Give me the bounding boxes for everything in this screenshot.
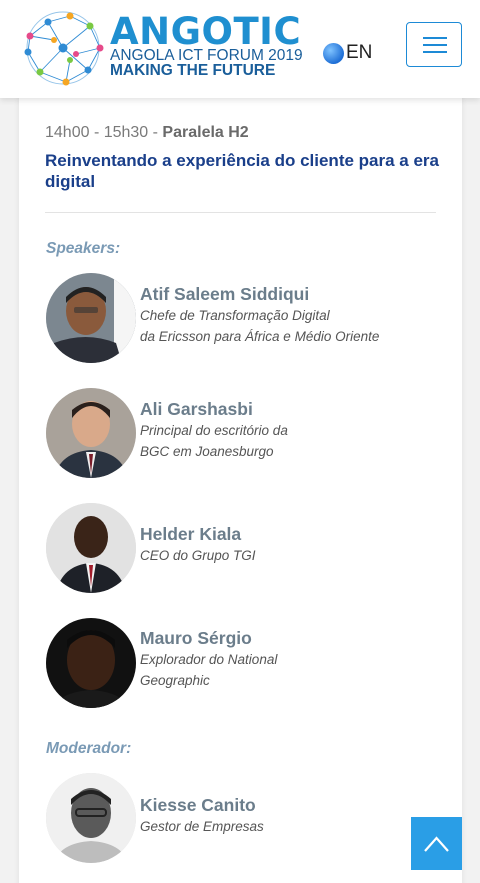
scroll-to-top-button[interactable] [411, 817, 462, 870]
menu-toggle-button[interactable] [406, 22, 462, 67]
speaker-name-2: Ali Garshasbi [140, 399, 253, 419]
speaker-role-1: Chefe de Transformação Digital da Ericss… [140, 305, 440, 347]
moderator-role-line1: Gestor de Empresas [140, 819, 264, 834]
speaker-role-1-line1: Chefe de Transformação Digital [140, 308, 330, 323]
chevron-up-icon [424, 836, 449, 852]
session-room: Paralela H2 [162, 124, 249, 141]
speaker-avatar-1 [46, 273, 136, 363]
session-time-text: 14h00 - 15h30 - [45, 124, 163, 141]
speaker-avatar-2 [46, 388, 136, 478]
speaker-role-2-line1: Principal do escritório da [140, 423, 288, 438]
divider [45, 212, 436, 213]
speaker-name-3: Helder Kiala [140, 524, 242, 544]
speaker-role-3: CEO do Grupo TGI [140, 545, 440, 566]
speaker-avatar-3 [46, 503, 136, 593]
logo-tagline: MAKING THE FUTURE [110, 62, 276, 79]
speaker-avatar-4 [46, 618, 136, 708]
speaker-role-1-line2: da Ericsson para África e Médio Oriente [140, 329, 380, 344]
hamburger-icon-bar-1 [423, 37, 447, 39]
logo-wordmark: ANGOTIC [110, 12, 301, 52]
session-time: 14h00 - 15h30 - Paralela H2 [45, 124, 249, 142]
session-card [19, 84, 462, 883]
session-title: Reinventando a experiência do cliente pa… [45, 151, 439, 191]
site-header: ANGOTIC ANGOLA ICT FORUM 2019 MAKING THE… [0, 0, 480, 98]
speaker-role-4: Explorador do National Geographic [140, 649, 440, 691]
moderator-avatar [46, 773, 136, 863]
language-switcher[interactable]: EN [323, 41, 372, 65]
moderator-role: Gestor de Empresas [140, 816, 440, 837]
speaker-role-3-line1: CEO do Grupo TGI [140, 548, 256, 563]
speakers-heading: Speakers: [46, 240, 121, 257]
network-globe-icon [24, 11, 104, 86]
angotic-logo[interactable]: ANGOTIC ANGOLA ICT FORUM 2019 MAKING THE… [18, 8, 303, 88]
speaker-name-4: Mauro Sérgio [140, 628, 252, 648]
speaker-name-1: Atif Saleem Siddiqui [140, 284, 310, 304]
speaker-role-4-line2: Geographic [140, 673, 210, 688]
hamburger-icon-bar-2 [423, 44, 447, 46]
speaker-role-2: Principal do escritório da BGC em Joanes… [140, 420, 440, 462]
speaker-role-4-line1: Explorador do National [140, 652, 278, 667]
globe-icon [323, 42, 344, 64]
language-label: EN [346, 42, 373, 63]
moderator-heading: Moderador: [46, 740, 132, 757]
speaker-role-2-line2: BGC em Joanesburgo [140, 444, 274, 459]
moderator-name: Kiesse Canito [140, 795, 256, 815]
hamburger-icon-bar-3 [423, 51, 447, 53]
